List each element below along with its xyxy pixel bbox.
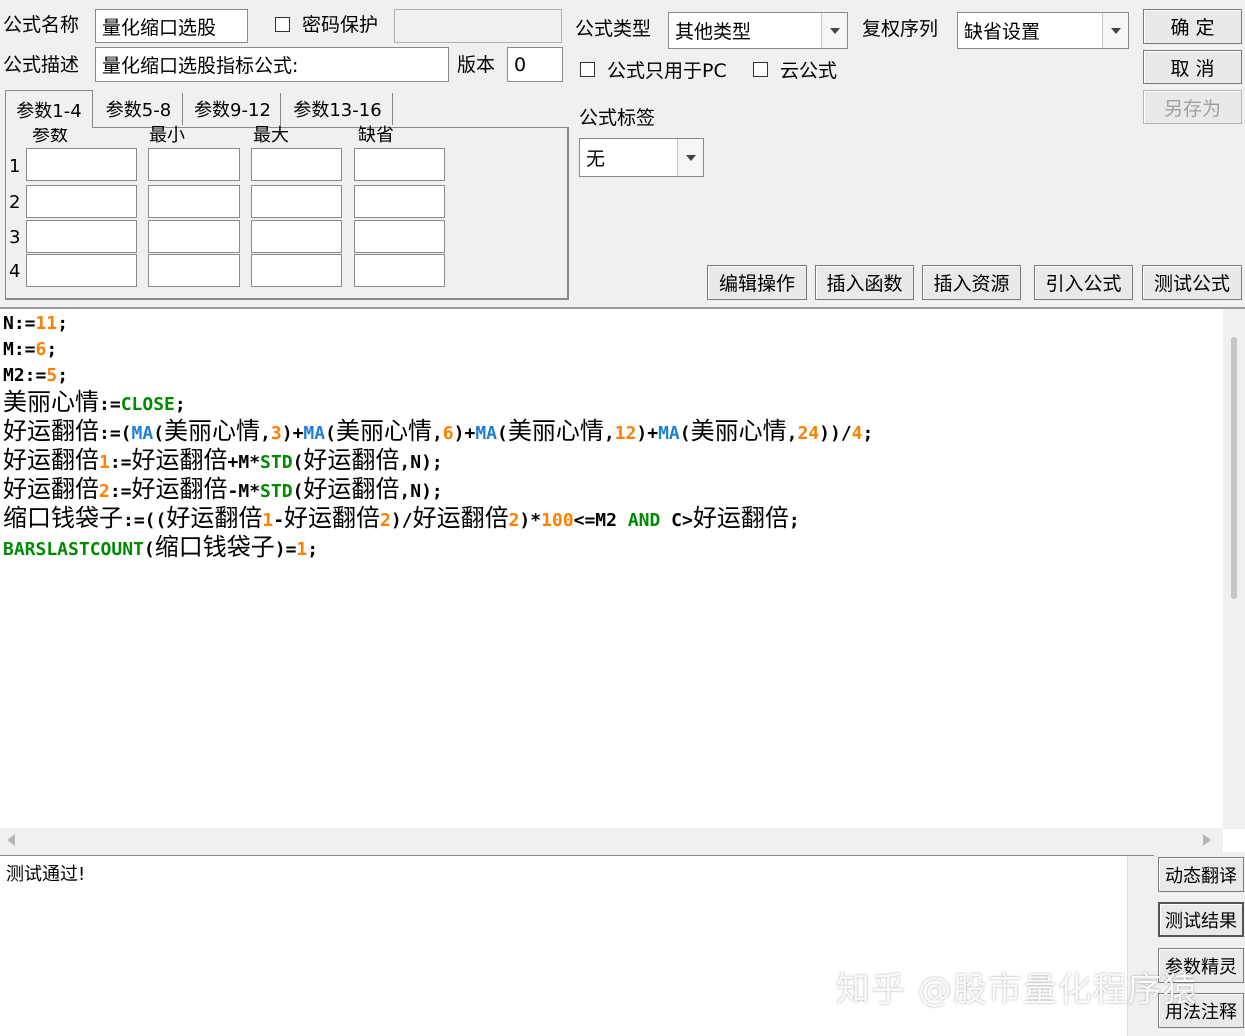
param-3-min-input[interactable]	[148, 220, 240, 253]
formula-type-value: 其他类型	[675, 21, 752, 43]
version-input[interactable]: 0	[507, 47, 563, 82]
chevron-down-icon	[821, 13, 847, 48]
ok-button[interactable]: 确 定	[1143, 9, 1242, 44]
param-header-max: 最大	[253, 125, 289, 146]
watermark: 知乎 @股市量化程序猿	[836, 970, 1198, 1010]
param-3-name-input[interactable]	[26, 220, 137, 253]
formula-tag-select[interactable]: 无	[579, 138, 704, 177]
param-row-number: 4	[9, 261, 21, 282]
param-header-name: 参数	[32, 125, 68, 146]
param-row-number: 1	[9, 156, 21, 177]
param-header-min: 最小	[149, 125, 185, 146]
param-3-max-input[interactable]	[251, 220, 342, 253]
insert-function-button[interactable]: 插入函数	[815, 265, 914, 300]
tab-params-1-4[interactable]: 参数1-4	[5, 90, 93, 128]
cancel-button[interactable]: 取 消	[1143, 50, 1242, 84]
scrollbar-thumb[interactable]	[1231, 337, 1237, 599]
param-1-name-input[interactable]	[26, 148, 137, 181]
pc-only-checkbox[interactable]	[580, 62, 595, 77]
formula-name-input[interactable]: 量化缩口选股	[95, 9, 248, 43]
cloud-formula-label: 云公式	[780, 60, 838, 82]
dynamic-translate-button[interactable]: 动态翻译	[1158, 857, 1244, 892]
param-4-default-input[interactable]	[354, 254, 445, 287]
param-row-number: 3	[9, 227, 21, 248]
chevron-down-icon	[677, 139, 703, 176]
param-4-max-input[interactable]	[251, 254, 342, 287]
password-input[interactable]	[394, 9, 562, 43]
password-checkbox[interactable]	[275, 17, 290, 32]
password-label: 密码保护	[302, 14, 379, 36]
param-1-min-input[interactable]	[148, 148, 240, 181]
param-2-name-input[interactable]	[26, 185, 137, 218]
rights-sequence-select[interactable]: 缺省设置	[957, 12, 1129, 49]
output-text: 测试通过!	[6, 864, 86, 885]
param-3-default-input[interactable]	[354, 220, 445, 253]
param-1-default-input[interactable]	[354, 148, 445, 181]
cloud-formula-checkbox[interactable]	[753, 62, 768, 77]
param-header-default: 缺省	[358, 125, 394, 146]
param-4-min-input[interactable]	[148, 254, 240, 287]
test-formula-button[interactable]: 测试公式	[1142, 265, 1242, 300]
code-text: N:=11; M:=6; M2:=5; 美丽心情:=CLOSE; 好运翻倍:=(…	[3, 313, 874, 561]
formula-type-select[interactable]: 其他类型	[668, 12, 848, 49]
version-label: 版本	[457, 54, 496, 76]
pc-only-label: 公式只用于PC	[607, 60, 727, 82]
param-row-number: 2	[9, 192, 21, 213]
formula-tag-label: 公式标签	[579, 107, 656, 129]
formula-tag-value: 无	[586, 148, 606, 170]
formula-name-label: 公式名称	[3, 14, 80, 36]
save-as-button[interactable]: 另存为	[1143, 90, 1242, 124]
import-formula-button[interactable]: 引入公式	[1034, 265, 1133, 300]
param-1-max-input[interactable]	[251, 148, 342, 181]
param-2-max-input[interactable]	[251, 185, 342, 218]
param-2-default-input[interactable]	[354, 185, 445, 218]
chevron-down-icon	[1102, 13, 1128, 48]
edit-operations-button[interactable]: 编辑操作	[707, 265, 807, 300]
scroll-left-icon[interactable]	[6, 834, 16, 846]
tab-params-5-8[interactable]: 参数5-8	[95, 93, 183, 125]
scroll-right-icon[interactable]	[1202, 834, 1212, 846]
param-4-name-input[interactable]	[26, 254, 137, 287]
rights-sequence-label: 复权序列	[862, 18, 939, 40]
rights-sequence-value: 缺省设置	[964, 21, 1041, 43]
formula-desc-label: 公式描述	[3, 54, 80, 76]
test-result-button[interactable]: 测试结果	[1158, 902, 1244, 937]
horizontal-scrollbar[interactable]	[0, 828, 1223, 852]
tab-params-13-16[interactable]: 参数13-16	[283, 93, 393, 125]
tab-params-9-12[interactable]: 参数9-12	[185, 93, 281, 125]
formula-type-label: 公式类型	[575, 18, 652, 40]
formula-code-editor[interactable]: N:=11; M:=6; M2:=5; 美丽心情:=CLOSE; 好运翻倍:=(…	[0, 307, 1245, 852]
param-2-min-input[interactable]	[148, 185, 240, 218]
vertical-scrollbar[interactable]	[1223, 309, 1245, 829]
insert-resource-button[interactable]: 插入资源	[922, 265, 1021, 300]
formula-desc-input[interactable]: 量化缩口选股指标公式:	[95, 47, 449, 82]
